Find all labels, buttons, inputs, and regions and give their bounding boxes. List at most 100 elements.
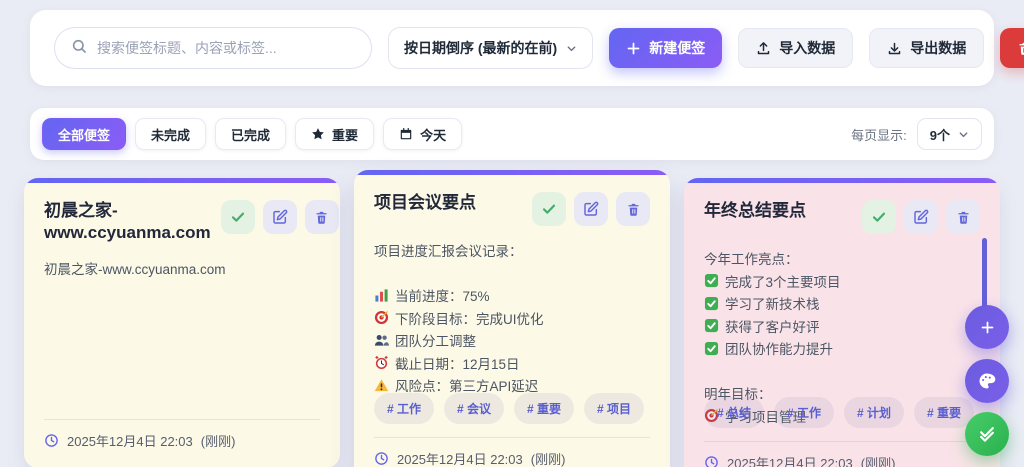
delete-note-button[interactable]	[946, 200, 980, 234]
note-content-line	[704, 360, 980, 383]
note-tag[interactable]: # 工作	[374, 393, 435, 424]
delete-note-button[interactable]	[304, 200, 339, 234]
note-content: 项目进度汇报会议记录： 当前进度：75% 下阶段目标：完成UI优化团队分工调整截止日…	[374, 239, 650, 394]
trash-icon	[956, 210, 971, 225]
note-tag[interactable]: # 总结	[704, 397, 765, 428]
note-tag[interactable]: # 重要	[514, 393, 575, 424]
complete-note-button[interactable]	[862, 200, 896, 234]
note-content-text: 今年工作亮点：	[704, 252, 799, 268]
filter-tab[interactable]: 未完成	[135, 118, 207, 150]
note-timestamp: 2025年12月4日 22:03	[67, 434, 193, 449]
trash-icon	[314, 210, 329, 225]
check-icon	[541, 201, 557, 217]
complete-all-fab[interactable]	[965, 412, 1009, 456]
edit-note-button[interactable]	[574, 192, 608, 226]
note-content-text: 完成了3个主要项目	[725, 274, 841, 290]
note-content-text: 截止日期：12月15日	[395, 356, 520, 372]
note-timestamp: 2025年12月4日 22:03	[727, 456, 853, 467]
sort-order-select[interactable]: 按日期倒序 (最新的在前)	[388, 27, 594, 69]
filter-tab[interactable]: 重要	[295, 118, 375, 150]
note-tag[interactable]: # 计划	[844, 397, 905, 428]
note-card: 项目会议要点项目进度汇报会议记录： 当前进度：75% 下阶段目标：完成UI优化团队分…	[354, 170, 670, 467]
star-icon	[311, 127, 325, 141]
search-icon	[71, 38, 87, 59]
note-content-line: 团队分工调整	[374, 329, 650, 352]
plus-icon	[626, 41, 641, 56]
note-content-text: 初晨之家-www.ccyuanma.com	[44, 262, 226, 278]
filter-tab[interactable]: 已完成	[215, 118, 287, 150]
note-content-text: 团队协作能力提升	[725, 342, 833, 358]
chevron-down-icon	[958, 129, 969, 140]
edit-icon	[272, 209, 288, 225]
note-card: 初晨之家-www.ccyuanma.com 初晨之家-www.ccyuanma.c…	[24, 178, 340, 467]
note-relative-time: (刚刚)	[200, 434, 236, 449]
note-content-line: 当前进度：75%	[374, 284, 650, 307]
import-data-button[interactable]: 导入数据	[738, 28, 854, 68]
calendar-icon	[399, 127, 413, 141]
scrollbar-thumb[interactable]	[982, 238, 987, 310]
trash-icon	[626, 202, 641, 217]
per-page-label: 每页显示:	[851, 127, 907, 143]
edit-note-button[interactable]	[904, 200, 938, 234]
add-note-fab[interactable]	[965, 305, 1009, 349]
note-content-line: 截止日期：12月15日	[374, 352, 650, 375]
people-icon	[374, 333, 389, 348]
filter-tab-label: 今天	[420, 127, 447, 143]
check-square-icon	[704, 318, 719, 333]
card-accent-bar	[24, 178, 340, 183]
note-content: 今年工作亮点： 完成了3个主要项目 学习了新技术栈 获得了客户好评 团队协作能力提升 明年…	[704, 247, 980, 425]
note-content-line	[374, 262, 650, 285]
search-box[interactable]	[54, 27, 372, 69]
note-content-text: 学习了新技术栈	[725, 297, 820, 313]
note-tag[interactable]: # 工作	[774, 397, 835, 428]
clear-all-button[interactable]: 清空所有	[1000, 28, 1024, 68]
filter-tabs: 全部便签 未完成 已完成 重要 今天	[42, 118, 463, 150]
note-relative-time: (刚刚)	[530, 452, 566, 467]
theme-palette-fab[interactable]	[965, 359, 1009, 403]
edit-icon	[583, 201, 599, 217]
target-icon	[374, 310, 389, 325]
note-actions	[862, 200, 980, 234]
filter-tab-label: 已完成	[231, 127, 271, 143]
note-content-line: 今年工作亮点：	[704, 247, 980, 270]
palette-icon	[977, 371, 997, 391]
note-content-line: 初晨之家-www.ccyuanma.com	[44, 257, 320, 280]
notes-grid: 初晨之家-www.ccyuanma.com 初晨之家-www.ccyuanma.c…	[24, 170, 1000, 467]
card-accent-bar	[684, 178, 1000, 183]
plus-icon	[980, 320, 995, 335]
note-actions	[532, 192, 650, 226]
edit-icon	[913, 209, 929, 225]
note-content-line: 下阶段目标：完成UI优化	[374, 307, 650, 330]
note-tags: # 工作 # 会议 # 重要 # 项目	[374, 393, 650, 424]
note-footer: 2025年12月4日 22:03 (刚刚)	[44, 419, 320, 467]
filter-tab-label: 未完成	[151, 127, 191, 143]
complete-note-button[interactable]	[220, 200, 255, 234]
clock-icon	[704, 455, 719, 467]
delete-note-button[interactable]	[616, 192, 650, 226]
note-content-line: 团队协作能力提升	[704, 337, 980, 360]
search-input[interactable]	[97, 40, 355, 56]
note-content-line: 项目进度汇报会议记录：	[374, 239, 650, 262]
note-title: 项目会议要点	[374, 193, 476, 212]
filter-tab-label: 重要	[332, 127, 359, 143]
note-relative-time: (刚刚)	[860, 456, 896, 467]
note-content-text: 项目进度汇报会议记录：	[374, 244, 523, 260]
trash-icon	[1017, 41, 1024, 56]
edit-note-button[interactable]	[262, 200, 297, 234]
per-page-value: 9个	[929, 127, 950, 143]
note-content-line: 完成了3个主要项目	[704, 270, 980, 293]
filter-tab[interactable]: 今天	[383, 118, 463, 150]
note-content-text: 团队分工调整	[395, 334, 476, 350]
note-tag[interactable]: # 项目	[584, 393, 645, 424]
per-page-select[interactable]: 9个	[916, 118, 982, 150]
new-note-button[interactable]: 新建便签	[609, 28, 723, 68]
complete-note-button[interactable]	[532, 192, 566, 226]
note-tag[interactable]: # 会议	[444, 393, 505, 424]
note-footer: 2025年12月4日 22:03 (刚刚)	[374, 437, 650, 467]
download-icon	[887, 41, 902, 56]
chevron-down-icon	[566, 43, 577, 54]
export-data-button[interactable]: 导出数据	[869, 28, 985, 68]
note-tag[interactable]: # 重要	[914, 397, 975, 428]
clock-icon	[374, 451, 389, 466]
filter-tab[interactable]: 全部便签	[42, 118, 127, 150]
